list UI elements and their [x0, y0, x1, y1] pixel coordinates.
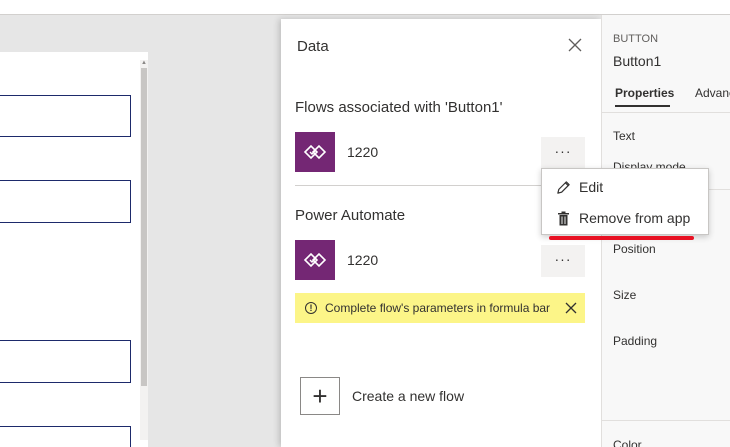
- menu-item-label: Edit: [579, 179, 604, 195]
- canvas-scrollbar[interactable]: ▲: [140, 60, 148, 440]
- props-divider: [602, 420, 730, 421]
- tabs-divider: [602, 112, 730, 113]
- tab-active-indicator: [615, 105, 670, 107]
- pa-flow-name[interactable]: 1220: [347, 252, 378, 268]
- canvas-control-4[interactable]: [0, 426, 131, 447]
- pencil-icon: [555, 179, 571, 195]
- tab-advanced[interactable]: Advanced: [695, 86, 730, 100]
- power-automate-title: Power Automate: [295, 207, 406, 224]
- associated-flow-name[interactable]: 1220: [347, 144, 378, 160]
- canvas-area[interactable]: ▲: [0, 15, 281, 447]
- prop-row-padding[interactable]: Padding: [613, 334, 657, 348]
- associated-flow-more-button[interactable]: ···: [541, 137, 585, 169]
- highlight-underline: [549, 236, 694, 240]
- menu-item-label: Remove from app: [579, 210, 691, 226]
- panel-title: Data: [297, 38, 329, 55]
- prop-row-position[interactable]: Position: [613, 242, 656, 256]
- close-icon[interactable]: [567, 37, 583, 53]
- scroll-up-icon[interactable]: ▲: [141, 60, 147, 66]
- app-screen[interactable]: ▲: [0, 52, 148, 447]
- prop-row-color[interactable]: Color: [613, 438, 642, 447]
- prop-row-size[interactable]: Size: [613, 288, 636, 302]
- canvas-control-1[interactable]: [0, 95, 131, 137]
- top-bar: [0, 0, 730, 15]
- create-flow-button[interactable]: +: [300, 377, 340, 415]
- control-name: Button1: [613, 53, 662, 69]
- flow-icon: [295, 132, 335, 172]
- tab-properties[interactable]: Properties: [615, 86, 674, 100]
- control-type-label: BUTTON: [613, 33, 659, 45]
- canvas-control-2[interactable]: [0, 180, 131, 223]
- menu-item-edit[interactable]: Edit: [542, 172, 708, 202]
- prop-row-text[interactable]: Text: [613, 129, 635, 143]
- warning-bar: ! Complete flow's parameters in formula …: [295, 293, 585, 323]
- flows-section-title: Flows associated with 'Button1': [295, 99, 503, 116]
- menu-item-remove-from-app[interactable]: Remove from app: [542, 203, 708, 233]
- create-flow-label[interactable]: Create a new flow: [352, 388, 464, 404]
- scrollbar-thumb[interactable]: [141, 68, 147, 386]
- trash-icon: [555, 210, 571, 226]
- canvas-control-3[interactable]: [0, 340, 131, 383]
- warning-close-icon[interactable]: [563, 300, 579, 316]
- pa-flow-more-button[interactable]: ···: [541, 245, 585, 277]
- warning-text: Complete flow's parameters in formula ba…: [325, 301, 551, 315]
- info-icon: !: [305, 302, 317, 314]
- flow-context-menu: Edit Remove from app: [541, 168, 709, 235]
- flow-icon: [295, 240, 335, 280]
